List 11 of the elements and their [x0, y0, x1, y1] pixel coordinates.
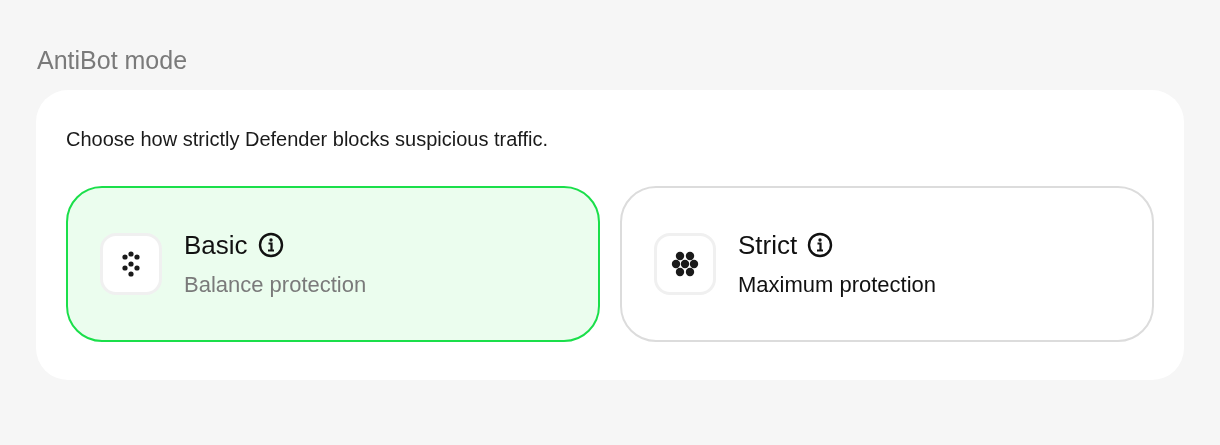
section-title: AntiBot mode [37, 45, 189, 76]
dots-icon [670, 249, 700, 279]
option-title: Strict [738, 230, 798, 260]
option-subtitle: Maximum protection [738, 272, 937, 298]
description: Choose how strictly Defender blocks suspicious traffic. [66, 127, 550, 152]
option-title: Basic [184, 230, 248, 260]
info-icon[interactable] [807, 232, 834, 258]
option-subtitle: Balance protection [184, 272, 367, 298]
mode-option[interactable]: Strict Maximum protection [620, 186, 1154, 342]
mode-option[interactable]: Basic Balance protection [66, 186, 600, 342]
info-icon[interactable] [257, 232, 284, 258]
